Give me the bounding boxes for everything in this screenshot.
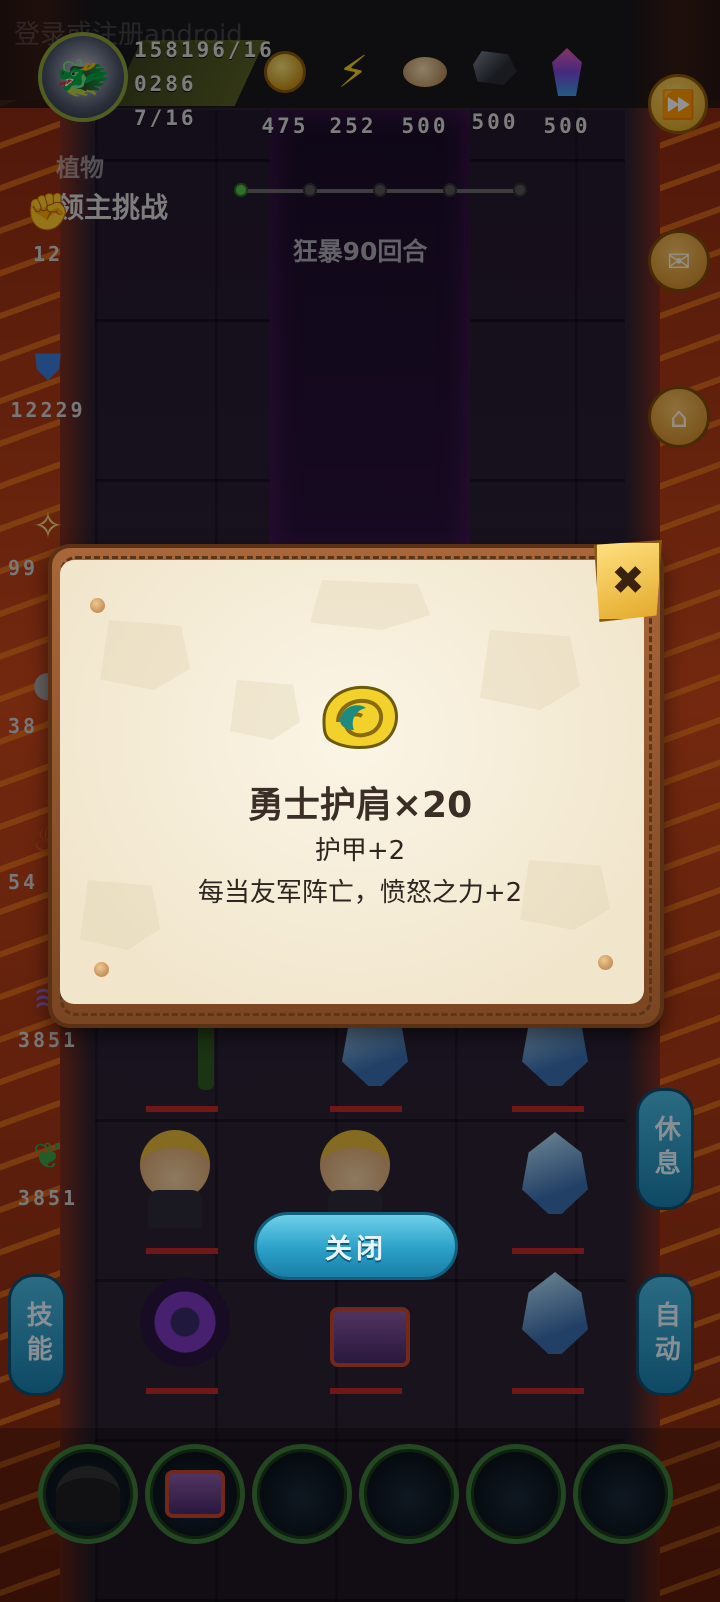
close-button[interactable]: 关闭	[254, 1212, 458, 1280]
item-effect-description: 每当友军阵亡，愤怒之力+2	[197, 878, 523, 908]
item-name: 勇士护肩×20	[247, 785, 473, 826]
pin-dot	[598, 955, 613, 970]
modal-close-button[interactable]: ✖	[594, 540, 662, 622]
shoulder-armor-icon	[322, 685, 398, 749]
pin-dot	[94, 962, 109, 977]
pin-dot	[90, 598, 105, 613]
close-icon: ✖	[611, 558, 645, 604]
item-stat-armor: 护甲+2	[314, 836, 406, 866]
close-button-label: 关闭	[325, 1233, 387, 1265]
